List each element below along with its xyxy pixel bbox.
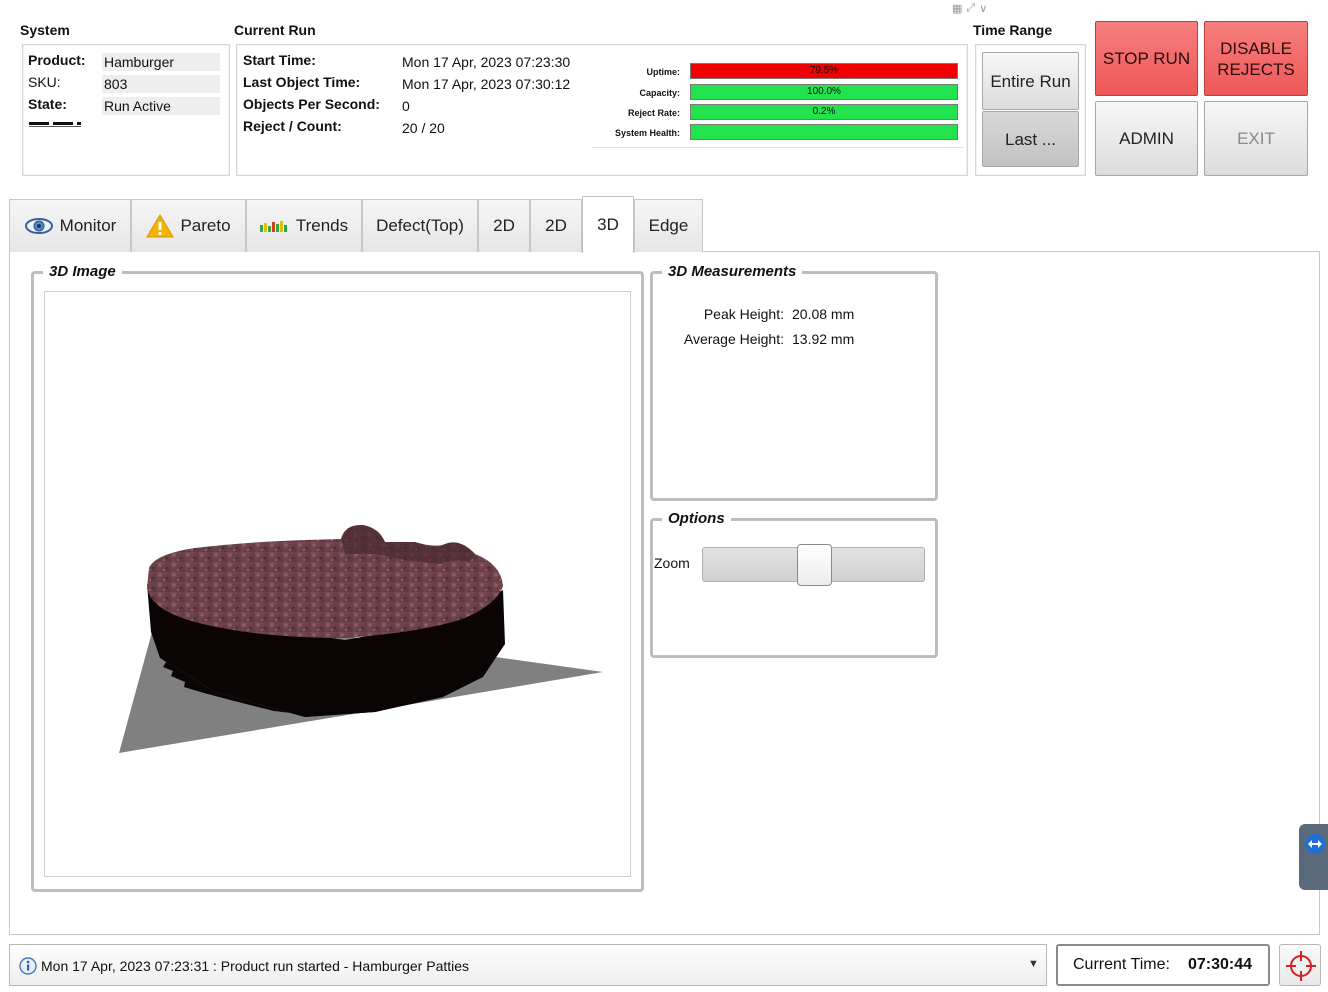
status-bar[interactable]: Mon 17 Apr, 2023 07:23:31 : Product run … [9,944,1047,986]
reject-label: Reject / Count: [243,118,342,134]
tab-edge-label: Edge [648,216,689,235]
tab-trends[interactable]: Trends [246,199,362,252]
tab-trends-label: Trends [295,216,349,235]
tab-defect-top[interactable]: Defect(Top) [362,199,478,252]
last-range-button[interactable]: Last ... [982,111,1079,167]
capacity-bar: 100.0% [690,84,958,100]
options-group [650,518,938,658]
warning-icon [146,214,175,238]
peak-height-value: 20.08 mm [792,306,855,322]
chevron-down-icon[interactable]: ∨ [979,2,987,15]
3d-viewport[interactable] [44,291,631,877]
uptime-value: 79.5% [809,65,839,76]
reject-rate-label: Reject Rate: [627,108,680,118]
status-message: Mon 17 Apr, 2023 07:23:31 : Product run … [41,958,470,974]
start-time-value: Mon 17 Apr, 2023 07:23:30 [402,54,571,70]
window-controls: ▦ ⤢ ∨ [952,0,987,16]
metrics-block: Uptime: 79.5% Capacity: 100.0% Reject Ra… [592,56,964,148]
tab-2d-first[interactable]: 2D [478,199,530,252]
last-object-label: Last Object Time: [243,74,361,90]
capacity-label: Capacity: [639,88,680,98]
admin-button[interactable]: ADMIN [1095,101,1198,176]
tab-monitor[interactable]: Monitor [9,199,131,252]
eye-icon [24,218,53,234]
remote-support-icon [1305,834,1325,854]
product-value: Hamburger Patties [102,53,220,88]
start-time-label: Start Time: [243,52,316,68]
status-dropdown-icon[interactable]: ▼ [1028,958,1039,970]
tab-3d-label: 3D [597,215,619,234]
state-value: Run Active [102,97,220,115]
system-health-bar [690,124,958,140]
reject-rate-bar: 0.2% [690,104,958,120]
reject-value: 20 / 20 [402,120,445,136]
locate-button[interactable] [1279,944,1321,986]
tab-edge[interactable]: Edge [634,199,703,252]
tab-2d-second[interactable]: 2D [530,199,582,252]
system-title: System [20,22,70,38]
state-indicator-icon [29,122,83,128]
measurements-group-title: 3D Measurements [662,263,803,280]
grid-icon[interactable]: ▦ [952,2,962,15]
ops-label: Objects Per Second: [243,96,380,112]
uptime-bar: 79.5% [690,63,958,79]
ops-value: 0 [402,98,410,114]
info-icon [19,957,37,975]
zoom-slider-thumb[interactable] [797,544,832,586]
peak-height-label: Peak Height: [703,306,784,322]
trends-icon [259,221,287,232]
average-height-value: 13.92 mm [792,331,855,347]
uptime-label: Uptime: [646,67,681,77]
expand-icon[interactable]: ⤢ [966,2,975,15]
tab-monitor-label: Monitor [59,216,117,235]
tab-2d-second-label: 2D [545,216,567,235]
tab-3d[interactable]: 3D [582,196,634,253]
remote-support-tab[interactable] [1299,824,1328,890]
system-health-label: System Health: [614,128,680,138]
tab-2d-first-label: 2D [493,216,515,235]
entire-run-button[interactable]: Entire Run [982,52,1079,110]
product-label: Product: [28,52,86,68]
patty-3d-render [119,524,603,753]
tab-pareto-label: Pareto [180,216,231,235]
zoom-label: Zoom [654,555,690,571]
options-group-title: Options [662,510,731,527]
stop-run-button[interactable]: STOP RUN [1095,21,1198,96]
disable-rejects-button[interactable]: DISABLE REJECTS [1204,21,1308,96]
last-object-value: Mon 17 Apr, 2023 07:30:12 [402,76,571,92]
sku-label: SKU: [28,74,61,90]
state-label: State: [28,96,67,112]
current-time-box: Current Time: 07:30:44 [1056,944,1270,986]
time-range-title: Time Range [973,22,1053,38]
tab-pareto[interactable]: Pareto [131,199,246,252]
current-time-value: 07:30:44 [1188,956,1253,973]
image-group-title: 3D Image [43,263,122,280]
capacity-value: 100.0% [807,86,841,97]
exit-button[interactable]: EXIT [1204,101,1308,176]
crosshair-icon [1286,951,1316,981]
zoom-slider[interactable] [702,544,925,586]
tab-defect-top-label: Defect(Top) [376,216,464,235]
sku-value: 803 [102,75,220,93]
reject-rate-value: 0.2% [812,106,836,117]
average-height-label: Average Height: [683,331,784,347]
current-run-title: Current Run [234,22,316,38]
current-time-label: Current Time: [1073,956,1170,973]
